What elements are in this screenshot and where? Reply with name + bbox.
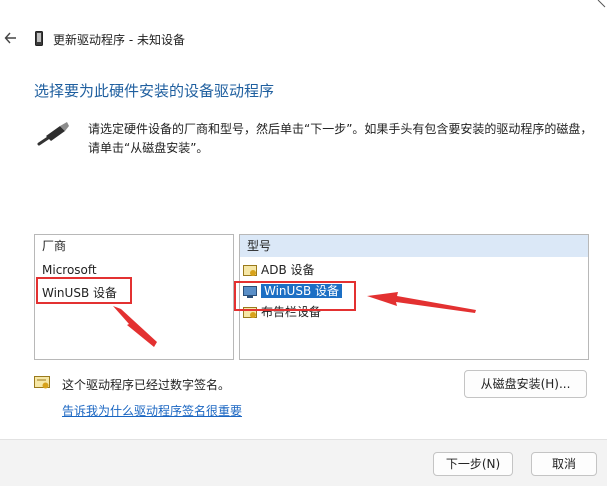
window-title: 更新驱动程序 - 未知设备	[53, 33, 185, 47]
cancel-button[interactable]: 取消	[531, 452, 597, 476]
manufacturer-column-header: 厂商	[42, 239, 67, 253]
next-button[interactable]: 下一步(N)	[433, 452, 513, 476]
model-column-header: 型号	[240, 235, 588, 257]
certificate-icon	[34, 376, 50, 389]
signature-status-text: 这个驱动程序已经过数字签名。	[62, 378, 231, 392]
window-edge	[597, 0, 606, 8]
phone-device-icon	[35, 31, 43, 46]
instruction-text: 请选定硬件设备的厂商和型号，然后单击“下一步”。如果手头有包含要安装的驱动程序的…	[88, 122, 593, 155]
signature-info-link[interactable]: 告诉我为什么驱动程序签名很重要	[62, 402, 242, 419]
manufacturer-item-microsoft[interactable]: Microsoft	[42, 263, 97, 277]
annotation-box-manufacturer	[36, 277, 132, 304]
model-item-label: ADB 设备	[261, 263, 315, 277]
dialog-footer	[0, 439, 607, 486]
have-disk-button[interactable]: 从磁盘安装(H)...	[464, 370, 587, 398]
usb-cable-icon	[37, 122, 69, 146]
driver-certificate-icon	[243, 264, 257, 276]
back-arrow-icon[interactable]	[4, 30, 18, 46]
page-heading: 选择要为此硬件安装的设备驱动程序	[34, 82, 275, 100]
model-item-adb[interactable]: ADB 设备	[243, 260, 315, 280]
annotation-box-model	[234, 281, 356, 311]
